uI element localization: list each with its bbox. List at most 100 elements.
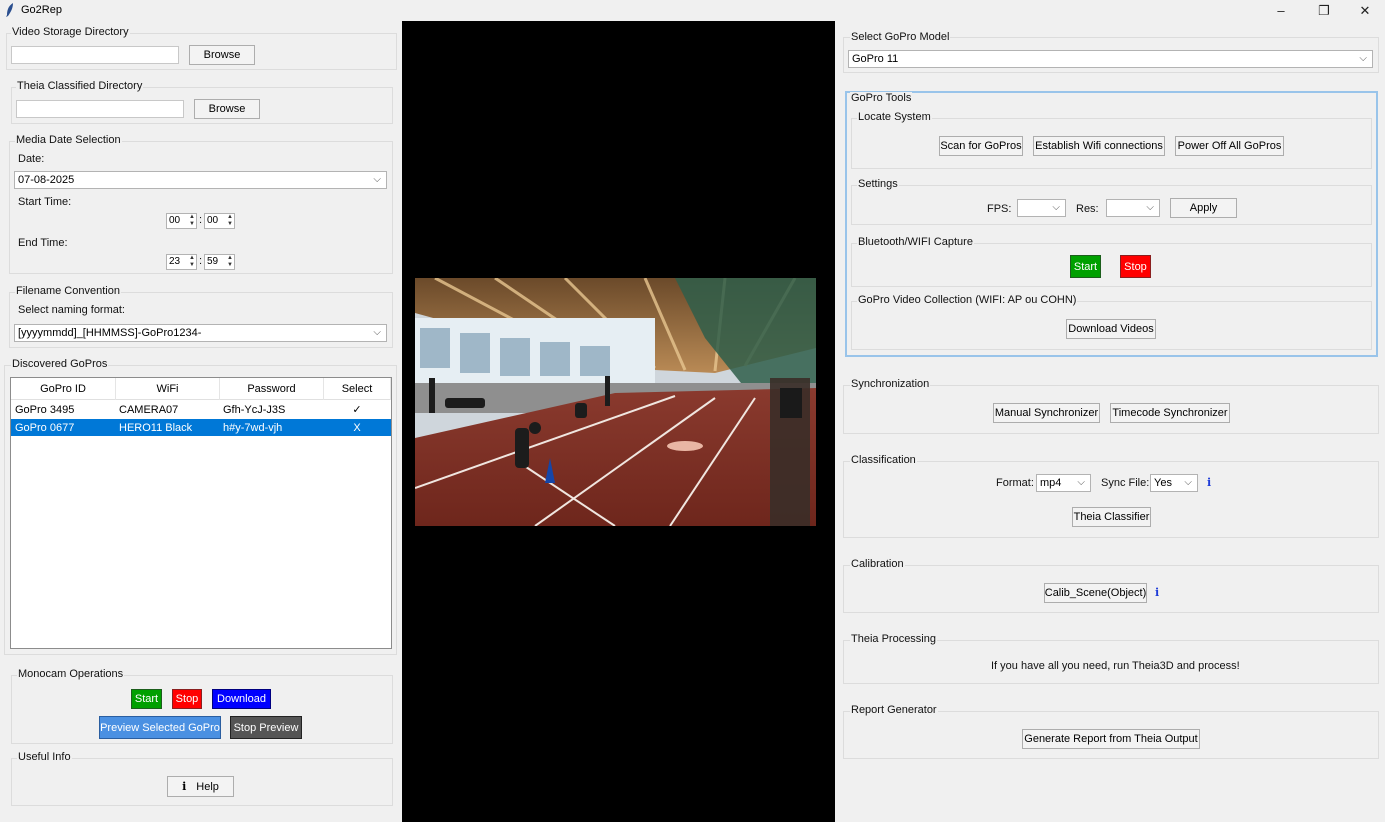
start-colon: :	[199, 214, 203, 226]
scan-gopros-button[interactable]: Scan for GoPros	[939, 136, 1023, 156]
useful-info-title: Useful Info	[17, 751, 72, 763]
table-header: GoPro ID WiFi Password Select	[11, 378, 391, 400]
table-row[interactable]: GoPro 0677 HERO11 Black h#y-7wd-vjh X	[11, 419, 391, 436]
gopro-tools-title: GoPro Tools	[850, 92, 913, 104]
end-time-label: End Time:	[18, 237, 68, 249]
bt-capture-title: Bluetooth/WIFI Capture	[857, 236, 974, 248]
minimize-icon[interactable]: –	[1259, 0, 1303, 21]
theia-classifier-button[interactable]: Theia Classifier	[1072, 507, 1151, 527]
timecode-sync-button[interactable]: Timecode Synchronizer	[1110, 403, 1230, 423]
help-button[interactable]: i Help	[167, 776, 234, 797]
video-storage-input[interactable]	[11, 46, 179, 64]
naming-format-value: [yyyymmdd]_[HHMMSS]-GoPro1234-	[18, 327, 202, 339]
close-icon[interactable]: ✕	[1343, 0, 1385, 21]
res-select[interactable]: ⌵	[1106, 199, 1160, 217]
cell-select: X	[353, 421, 361, 434]
video-storage-title: Video Storage Directory	[11, 26, 130, 38]
camera-preview-image	[415, 278, 816, 526]
feather-icon	[6, 3, 13, 17]
monocam-title: Monocam Operations	[17, 668, 125, 680]
discovered-title: Discovered GoPros	[11, 358, 109, 370]
capture-start-button[interactable]: Start	[1070, 255, 1101, 278]
stop-preview-button[interactable]: Stop Preview	[230, 716, 302, 739]
help-label: Help	[196, 780, 219, 793]
theia-dir-browse-button[interactable]: Browse	[194, 99, 260, 119]
gopro-table[interactable]: GoPro ID WiFi Password Select GoPro 3495…	[10, 377, 392, 649]
locate-title: Locate System	[857, 111, 932, 123]
column-select[interactable]: Select	[324, 378, 391, 400]
column-wifi[interactable]: WiFi	[116, 378, 220, 400]
spin-arrows-icon: ▲ ▼	[189, 214, 195, 227]
download-videos-button[interactable]: Download Videos	[1066, 319, 1156, 339]
start-minute-spinbox[interactable]: 00 ▲ ▼	[204, 213, 235, 229]
calibration-title: Calibration	[850, 558, 905, 570]
date-select[interactable]: 07-08-2025 ⌵	[14, 171, 387, 189]
classification-info-icon[interactable]: i	[1207, 476, 1211, 489]
gopro-model-value: GoPro 11	[852, 53, 899, 65]
res-label: Res:	[1076, 203, 1099, 215]
fps-select[interactable]: ⌵	[1017, 199, 1066, 217]
theia-dir-input[interactable]	[16, 100, 184, 118]
calib-scene-button[interactable]: Calib_Scene(Object)	[1044, 583, 1147, 603]
cell-gopro-id: GoPro 0677	[15, 421, 75, 434]
video-storage-browse-button[interactable]: Browse	[189, 45, 255, 65]
restore-icon[interactable]: ❐	[1302, 0, 1346, 21]
gym-scene-image	[415, 278, 816, 526]
cell-password: h#y-7wd-vjh	[223, 421, 283, 434]
format-label: Format:	[996, 477, 1034, 489]
theia-processing-title: Theia Processing	[850, 633, 937, 645]
start-time-label: Start Time:	[18, 196, 72, 208]
end-minute-spinbox[interactable]: 59 ▲ ▼	[204, 254, 235, 270]
theia-dir-title: Theia Classified Directory	[16, 80, 144, 92]
theia-processing-message: If you have all you need, run Theia3D an…	[991, 660, 1240, 672]
cell-wifi: HERO11 Black	[119, 421, 193, 434]
cell-select: ✓	[352, 404, 362, 416]
report-title: Report Generator	[850, 704, 938, 716]
filename-title: Filename Convention	[15, 285, 121, 297]
power-off-button[interactable]: Power Off All GoPros	[1175, 136, 1284, 156]
format-select[interactable]: mp4 ⌵	[1036, 474, 1091, 492]
chevron-down-icon: ⌵	[1359, 53, 1367, 64]
end-hour-spinbox[interactable]: 23 ▲ ▼	[166, 254, 197, 270]
sync-file-label: Sync File:	[1101, 477, 1150, 489]
monocam-stop-button[interactable]: Stop	[172, 689, 202, 709]
chevron-down-icon: ⌵	[1052, 202, 1060, 213]
apply-settings-button[interactable]: Apply	[1170, 198, 1237, 218]
monocam-start-button[interactable]: Start	[131, 689, 162, 709]
gopro-model-select[interactable]: GoPro 11 ⌵	[848, 50, 1373, 68]
end-minute-value: 59	[207, 256, 219, 267]
establish-wifi-button[interactable]: Establish Wifi connections	[1033, 136, 1165, 156]
chevron-down-icon: ⌵	[1184, 477, 1192, 488]
manual-sync-button[interactable]: Manual Synchronizer	[993, 403, 1100, 423]
sync-file-value: Yes	[1154, 477, 1172, 489]
collection-title: GoPro Video Collection (WIFI: AP ou COHN…	[857, 294, 1078, 306]
bt-capture-frame	[851, 243, 1372, 287]
settings-title: Settings	[857, 178, 899, 190]
start-hour-spinbox[interactable]: 00 ▲ ▼	[166, 213, 197, 229]
chevron-down-icon: ⌵	[373, 174, 381, 185]
column-password[interactable]: Password	[220, 378, 324, 400]
format-value: mp4	[1040, 477, 1062, 489]
start-minute-value: 00	[207, 215, 219, 226]
table-row[interactable]: GoPro 3495 CAMERA07 Gfh-YcJ-J3S ✓	[11, 401, 391, 418]
preview-gopro-button[interactable]: Preview Selected GoPro	[99, 716, 221, 739]
cell-password: Gfh-YcJ-J3S	[223, 403, 286, 416]
model-title: Select GoPro Model	[850, 31, 951, 43]
start-hour-value: 00	[169, 215, 181, 226]
chevron-down-icon: ⌵	[1077, 477, 1085, 488]
info-icon: i	[182, 780, 187, 793]
end-hour-value: 23	[169, 256, 181, 267]
calibration-info-icon[interactable]: i	[1155, 586, 1159, 599]
sync-file-select[interactable]: Yes ⌵	[1150, 474, 1198, 492]
naming-format-select[interactable]: [yyyymmdd]_[HHMMSS]-GoPro1234- ⌵	[14, 324, 387, 342]
date-value: 07-08-2025	[18, 174, 75, 186]
capture-stop-button[interactable]: Stop	[1120, 255, 1151, 278]
generate-report-button[interactable]: Generate Report from Theia Output	[1022, 729, 1200, 749]
spin-arrows-icon: ▲ ▼	[189, 255, 195, 268]
monocam-download-button[interactable]: Download	[212, 689, 271, 709]
media-date-title: Media Date Selection	[15, 134, 122, 146]
spin-arrows-icon: ▲ ▼	[227, 255, 233, 268]
sync-title: Synchronization	[850, 378, 931, 390]
window-title: Go2Rep	[21, 4, 62, 16]
column-gopro-id[interactable]: GoPro ID	[11, 378, 116, 400]
